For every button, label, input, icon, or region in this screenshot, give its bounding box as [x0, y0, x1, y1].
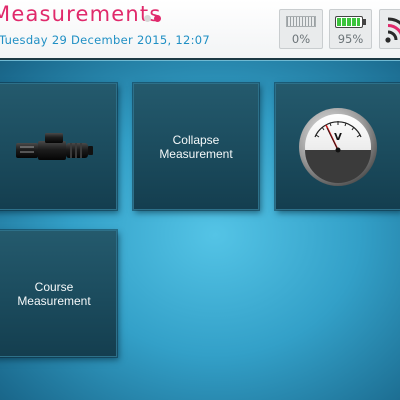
- tile-voltmeter[interactable]: V: [275, 83, 400, 210]
- tile-label: Course Measurement: [17, 279, 91, 308]
- battery-icon: [335, 16, 363, 28]
- battery-value: 95%: [337, 32, 364, 46]
- tile-collapse-measurement[interactable]: Collapse Measurement: [133, 83, 259, 210]
- tile-sensor-probe[interactable]: [0, 83, 117, 210]
- header-bar: Measurements Tuesday 29 December 2015, 1…: [0, 0, 400, 60]
- page-dot-2[interactable]: [154, 15, 161, 22]
- battery-status: 95%: [329, 9, 372, 49]
- signal-value: 0%: [291, 32, 311, 46]
- battery-level-fill: [337, 18, 360, 26]
- signal-status: 0%: [279, 9, 323, 49]
- tile-course-measurement[interactable]: Course Measurement: [0, 230, 117, 357]
- voltmeter-gauge-icon: V: [299, 107, 377, 186]
- battery-tip: [363, 19, 366, 25]
- signal-strength-icon: [286, 16, 316, 27]
- wifi-status[interactable]: [379, 9, 400, 49]
- date-time-label: Tuesday 29 December 2015, 12:07: [0, 33, 211, 47]
- svg-text:V: V: [334, 132, 342, 143]
- page-dot-1[interactable]: [144, 15, 151, 22]
- wifi-icon: [385, 17, 400, 43]
- page-title: Measurements: [0, 2, 162, 26]
- sensor-probe-icon: [16, 132, 93, 160]
- page-indicator[interactable]: [144, 15, 161, 22]
- tile-label: Collapse Measurement: [159, 132, 233, 161]
